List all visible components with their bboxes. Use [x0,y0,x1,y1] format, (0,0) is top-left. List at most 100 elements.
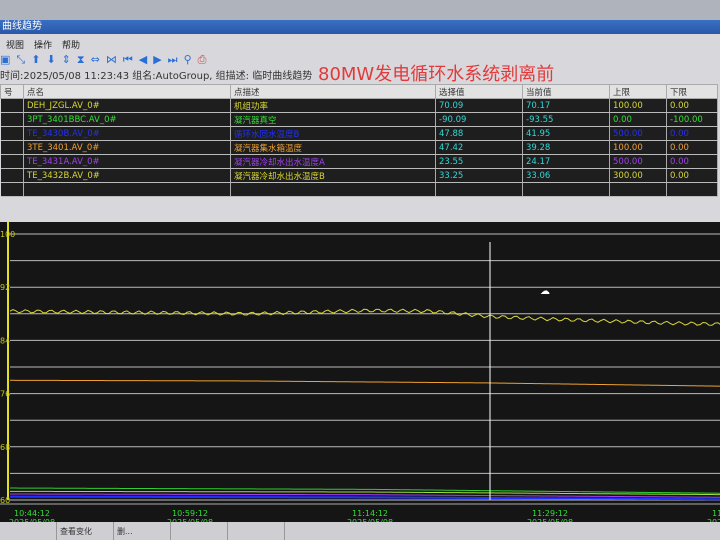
lower-limit: 0.00 [666,168,718,183]
x-tick-time: 11:29:12 [532,509,568,518]
selected-value: 47.88 [435,126,523,141]
selected-value: -90.09 [435,112,523,127]
current-value: 70.17 [522,98,610,113]
print-icon[interactable]: ⎙ [198,53,207,67]
col-index: 号 [0,84,24,99]
series-line [9,379,720,387]
last-icon[interactable]: ⏭ [168,53,178,67]
current-value: -93.55 [522,112,610,127]
lower-limit: 0.00 [666,126,718,141]
col-current: 当前值 [522,84,610,99]
index [0,140,24,155]
expand-icon[interactable]: ⇕ [62,53,71,67]
y-tick-label: 76 [0,390,10,399]
x-tick-time: 11:44:12 [712,509,720,518]
index [0,112,24,127]
index [0,98,24,113]
upper-limit: 100.00 [609,98,667,113]
current-value: 39.28 [522,140,610,155]
menu-operate[interactable]: 操作 [34,38,52,51]
x-tick-time: 10:59:12 [172,509,208,518]
point-name: TE_3431A.AV_0# [23,154,231,169]
bottom-tab[interactable] [0,522,57,540]
index [0,126,24,141]
menu-bar: 视图 操作 帮助 [6,38,80,51]
toolbar: ▣ ⤡ ⬆ ⬇ ⇕ ⧗ ⇔ ⋈ ⏮ ◀ ▶ ⏭ ⚲ ⎙ [0,53,206,67]
lower-limit: -100.00 [666,112,718,127]
point-desc: 凝汽器冷却水出水温度A [230,154,436,169]
x-tick-time: 10:44:12 [14,509,50,518]
y-tick-label: 68 [0,443,10,452]
point-desc: 凝汽器真空 [230,112,436,127]
table-row[interactable]: TE_3430B.AV_0# 循环水回水温度B 47.88 41.95 500.00 0.… [0,126,718,141]
selected-value: 33.25 [435,168,523,183]
series-line [9,487,720,494]
point-name: TE_3432B.AV_0# [23,168,231,183]
bottom-tab[interactable]: 查看变化 [57,522,114,540]
bottom-tab[interactable] [171,522,228,540]
point-table: 号 点名 点描述 选择值 当前值 上限 下限 DEH_JZGL.AV_0# 机组功… [0,84,718,197]
table-row[interactable]: 3TE_3401.AV_0# 凝汽器集水箱温度 47.42 39.28 100.00 0.… [0,140,718,155]
mouse-cursor-icon: ☁ [540,286,550,297]
selected-value: 70.09 [435,98,523,113]
current-value: 33.06 [522,168,610,183]
point-name: DEH_JZGL.AV_0# [23,98,231,113]
table-row[interactable]: 3PT_3401BBC.AV_0# 凝汽器真空 -90.09 -93.55 0.00 -1… [0,112,718,127]
y-tick-label: 84 [0,336,10,345]
point-name: TE_3430B.AV_0# [23,126,231,141]
bottom-tab[interactable] [228,522,285,540]
prev-icon[interactable]: ◀ [139,53,147,67]
up-icon[interactable]: ⬆ [31,53,40,67]
fit-icon[interactable]: ⋈ [106,53,117,67]
x-tick-time: 11:14:12 [352,509,388,518]
menu-view[interactable]: 视图 [6,38,24,51]
series-line [9,308,720,326]
status-line: 时间:2025/05/08 11:23:43 组名:AutoGroup, 组描述… [0,71,313,82]
lower-limit: 0.00 [666,98,718,113]
lower-limit: 0.00 [666,154,718,169]
upper-limit: 500.00 [609,154,667,169]
upper-limit: 300.00 [609,168,667,183]
point-desc: 机组功率 [230,98,436,113]
table-row[interactable]: DEH_JZGL.AV_0# 机组功率 70.09 70.17 100.00 0.00 [0,98,718,113]
index [0,168,24,183]
upper-limit: 100.00 [609,140,667,155]
current-value: 41.95 [522,126,610,141]
upper-limit: 0.00 [609,112,667,127]
series-line [9,495,720,501]
window-title: 曲线趋势 [0,20,720,34]
col-upper: 上限 [609,84,667,99]
bottom-tab[interactable]: 删... [114,522,171,540]
background-bezel [0,0,720,20]
table-row[interactable]: TE_3431A.AV_0# 凝汽器冷却水出水温度A 23.55 24.17 500.0… [0,154,718,169]
bottom-bar: 查看变化 删... [0,522,720,540]
left-right-icon[interactable]: ⇔ [91,53,100,67]
trend-chart[interactable]: 100928476686010:44:122025/05/0810:59:122… [0,222,720,527]
save-icon[interactable]: ▣ [0,53,10,67]
point-name: 3PT_3401BBC.AV_0# [23,112,231,127]
first-icon[interactable]: ⏮ [123,53,133,67]
upper-limit: 500.00 [609,126,667,141]
point-name: 3TE_3401.AV_0# [23,140,231,155]
point-desc: 凝汽器冷却水出水温度B [230,168,436,183]
menu-help[interactable]: 帮助 [62,38,80,51]
lower-limit: 0.00 [666,140,718,155]
compress-icon[interactable]: ⧗ [77,53,85,67]
col-desc: 点描述 [230,84,436,99]
down-icon[interactable]: ⬇ [46,53,55,67]
table-row-empty [0,182,718,197]
next-icon[interactable]: ▶ [153,53,161,67]
find-icon[interactable]: ⚲ [184,53,192,67]
index [0,154,24,169]
selected-value: 47.42 [435,140,523,155]
selected-value: 23.55 [435,154,523,169]
col-selected: 选择值 [435,84,523,99]
table-row[interactable]: TE_3432B.AV_0# 凝汽器冷却水出水温度B 33.25 33.06 300.0… [0,168,718,183]
point-desc: 凝汽器集水箱温度 [230,140,436,155]
y-tick-label: 100 [0,230,15,239]
y-tick-label: 92 [0,283,10,292]
overlay-title: 80MW发电循环水系统剥离前 [318,64,555,85]
zoom-icon[interactable]: ⤡ [16,53,25,67]
col-lower: 下限 [666,84,718,99]
point-desc: 循环水回水温度B [230,126,436,141]
